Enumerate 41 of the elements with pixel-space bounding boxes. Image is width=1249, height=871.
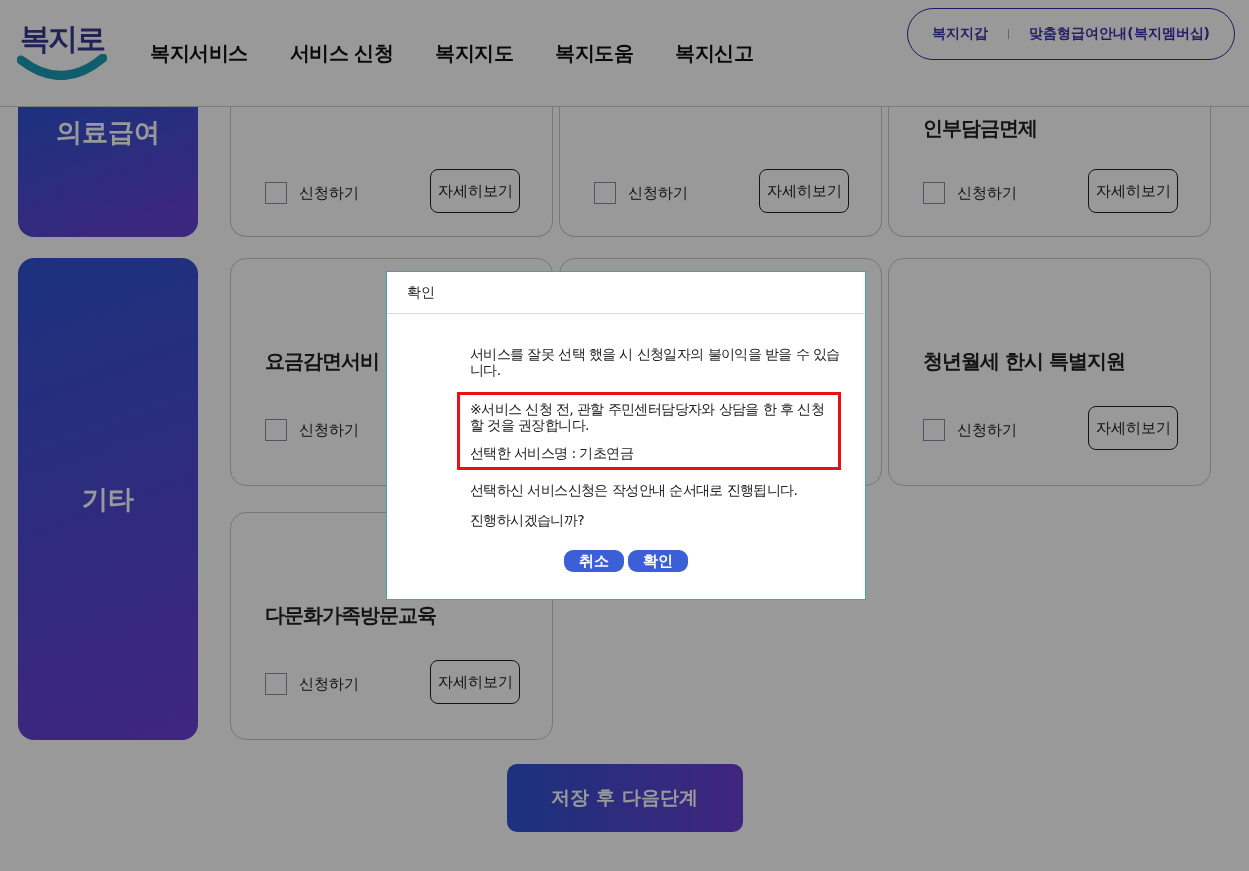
category-label: 의료급여 (56, 116, 160, 149)
nav-link[interactable]: 복지신고 (675, 39, 754, 67)
dialog-message: 진행하시겠습니까? (470, 512, 586, 528)
header-link[interactable]: 맞춤형급여안내(복지멤버십) (1029, 25, 1210, 43)
nav-link[interactable]: 복지서비스 (150, 39, 248, 67)
details-button[interactable]: 자세히보기 (430, 660, 520, 704)
service-title: 청년월세 한시 특별지원 (923, 347, 1125, 375)
dialog-button[interactable]: 확인 (627, 550, 688, 572)
dialog-message: 서비스를 잘못 선택 했을 시 신청일자의 불이익을 받을 수 있습니다. (470, 346, 841, 378)
nav-link[interactable]: 서비스 신청 (289, 39, 394, 67)
service-title: 인부담금면제 (923, 115, 1037, 142)
category-label: 기타 (82, 482, 134, 516)
dialog-message: 선택하신 서비스신청은 작성안내 순서대로 진행됩니다. (470, 482, 799, 498)
checkbox-label[interactable]: 신청하기 (628, 183, 688, 203)
checkbox-label[interactable]: 신청하기 (957, 183, 1017, 203)
service-title: 요금감면서비 (265, 347, 379, 375)
checkbox[interactable] (265, 182, 287, 204)
checkbox-label[interactable]: 신청하기 (299, 183, 359, 203)
details-button[interactable]: 자세히보기 (1088, 169, 1178, 213)
checkbox[interactable] (265, 673, 287, 695)
service-title: 다문화가족방문교육 (265, 601, 436, 629)
dialog-message: 선택한 서비스명 : 기초연금 (470, 445, 635, 461)
nav-link[interactable]: 복지도움 (555, 39, 634, 67)
checkbox-label[interactable]: 신청하기 (299, 420, 359, 440)
dialog-message: ※서비스 신청 전, 관할 주민센터담당자와 상담을 한 후 신청할 것을 권장합니다. (470, 401, 825, 433)
checkbox[interactable] (594, 182, 616, 204)
checkbox[interactable] (923, 182, 945, 204)
nav-link[interactable]: 복지지도 (435, 39, 514, 67)
checkbox-label[interactable]: 신청하기 (299, 674, 359, 694)
dialog-button[interactable]: 취소 (563, 550, 624, 572)
details-button[interactable]: 자세히보기 (759, 169, 849, 213)
details-button[interactable]: 자세히보기 (1088, 406, 1178, 450)
checkbox-label[interactable]: 신청하기 (957, 420, 1017, 440)
checkbox[interactable] (923, 419, 945, 441)
save-next-button[interactable]: 저장 후 다음단계 (506, 764, 743, 832)
logo-text[interactable]: 복지로 (20, 18, 104, 60)
checkbox[interactable] (265, 419, 287, 441)
header-link[interactable]: 복지지갑 (932, 25, 989, 43)
details-button[interactable]: 자세히보기 (430, 169, 520, 213)
smile-icon (17, 53, 107, 80)
dialog-title: 확인 (407, 283, 435, 302)
